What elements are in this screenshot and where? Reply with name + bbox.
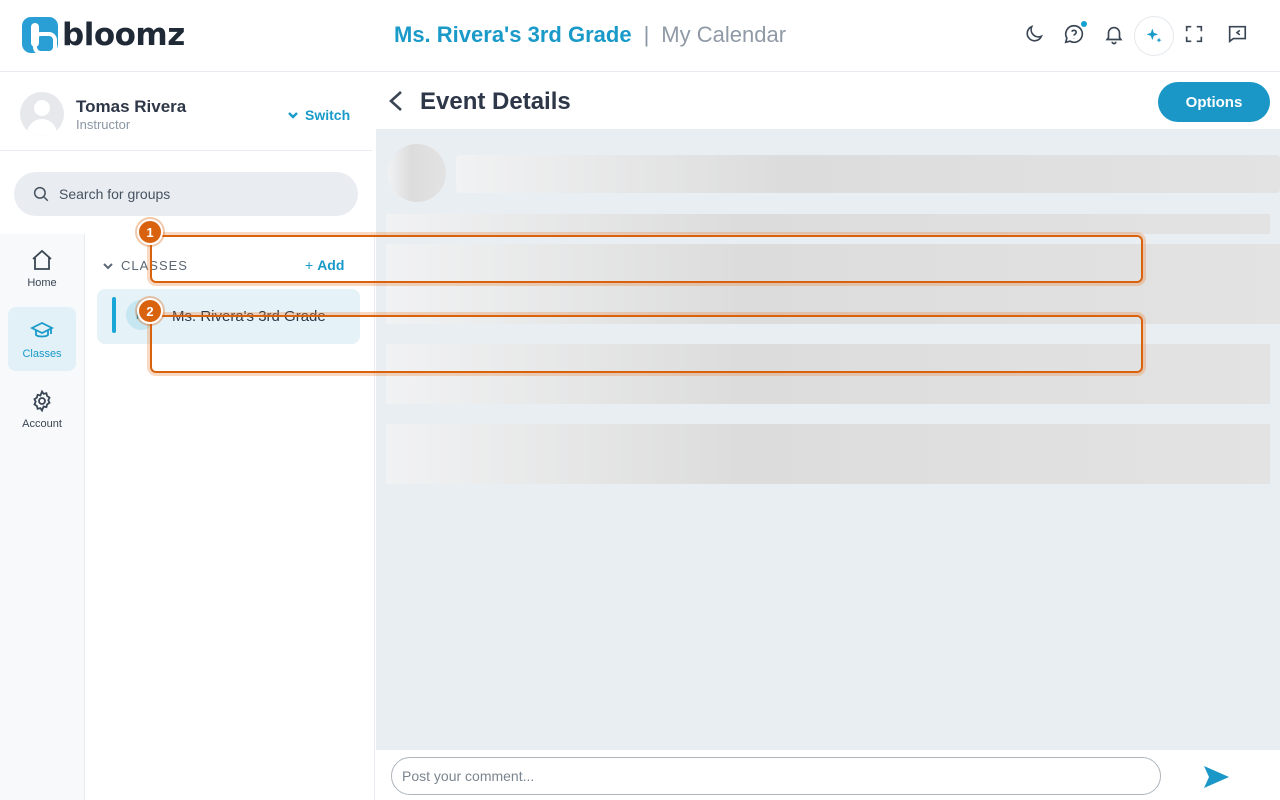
nav-item-home[interactable]: Home [8,236,76,300]
sparkle-icon [1146,28,1162,43]
logo-text: bloomz [62,17,185,53]
chevron-down-icon [288,112,298,119]
page-title: Event Details [420,88,571,115]
user-role: Instructor [76,117,131,132]
send-icon [1204,766,1229,788]
fullscreen-icon [1185,25,1203,43]
chevron-down-icon [103,262,113,269]
dark-mode-button[interactable] [1020,20,1048,48]
ai-assistant-button[interactable] [1134,16,1174,56]
logo-mark-icon [22,17,58,55]
switch-button[interactable]: Switch [287,107,350,123]
avatar[interactable] [20,92,64,136]
skeleton-line [386,214,1270,234]
user-name: Tomas Rivera [76,97,187,116]
bloomz-logo[interactable]: bloomz [22,17,185,55]
collapse-panel-icon [1228,25,1247,43]
nav-rail: Home Classes Account [0,234,85,800]
gear-icon [33,389,51,412]
skeleton-block [386,424,1270,484]
send-button[interactable] [1202,763,1230,791]
annotation-box-1 [150,235,1143,283]
search-input[interactable] [59,186,319,202]
help-button[interactable] [1060,20,1088,48]
skeleton-header-line [456,155,1280,193]
top-bar: bloomz Ms. Rivera's 3rd Grade | My Calen… [0,0,1280,72]
search-icon [33,186,49,202]
graduation-cap-icon [30,321,54,337]
moon-icon [1026,25,1043,42]
header-title: Ms. Rivera's 3rd Grade | My Calendar [394,22,786,48]
notifications-button[interactable] [1100,20,1128,48]
switch-label: Switch [305,107,351,123]
profile-section: Tomas Rivera Instructor Switch [0,74,372,151]
options-button[interactable]: Options [1158,82,1270,122]
nav-label-account: Account [22,417,62,430]
group-search[interactable] [14,172,358,216]
back-button[interactable] [386,89,406,113]
bell-icon [1105,26,1123,45]
comment-input[interactable] [391,757,1161,795]
header-class-name[interactable]: Ms. Rivera's 3rd Grade [394,22,632,48]
event-details-panel: Event Details Options [376,72,1280,800]
title-separator: | [643,22,650,47]
skeleton-avatar [388,144,446,202]
nav-label-classes: Classes [22,347,62,360]
annotation-box-2 [150,315,1143,373]
collapse-panel-button[interactable] [1223,20,1251,48]
active-indicator [112,297,116,333]
annotation-badge-1: 1 [137,219,163,245]
chevron-left-icon [389,91,402,111]
header-page-name: My Calendar [661,22,787,47]
annotation-badge-2: 2 [137,298,163,324]
nav-item-classes[interactable]: Classes [8,307,76,371]
home-icon [32,249,52,270]
detail-header: Event Details Options [376,72,1280,129]
nav-item-account[interactable]: Account [8,377,76,441]
fullscreen-button[interactable] [1180,20,1208,48]
nav-label-home: Home [27,276,57,289]
comment-bar [376,750,1280,800]
notification-dot [1080,20,1088,28]
